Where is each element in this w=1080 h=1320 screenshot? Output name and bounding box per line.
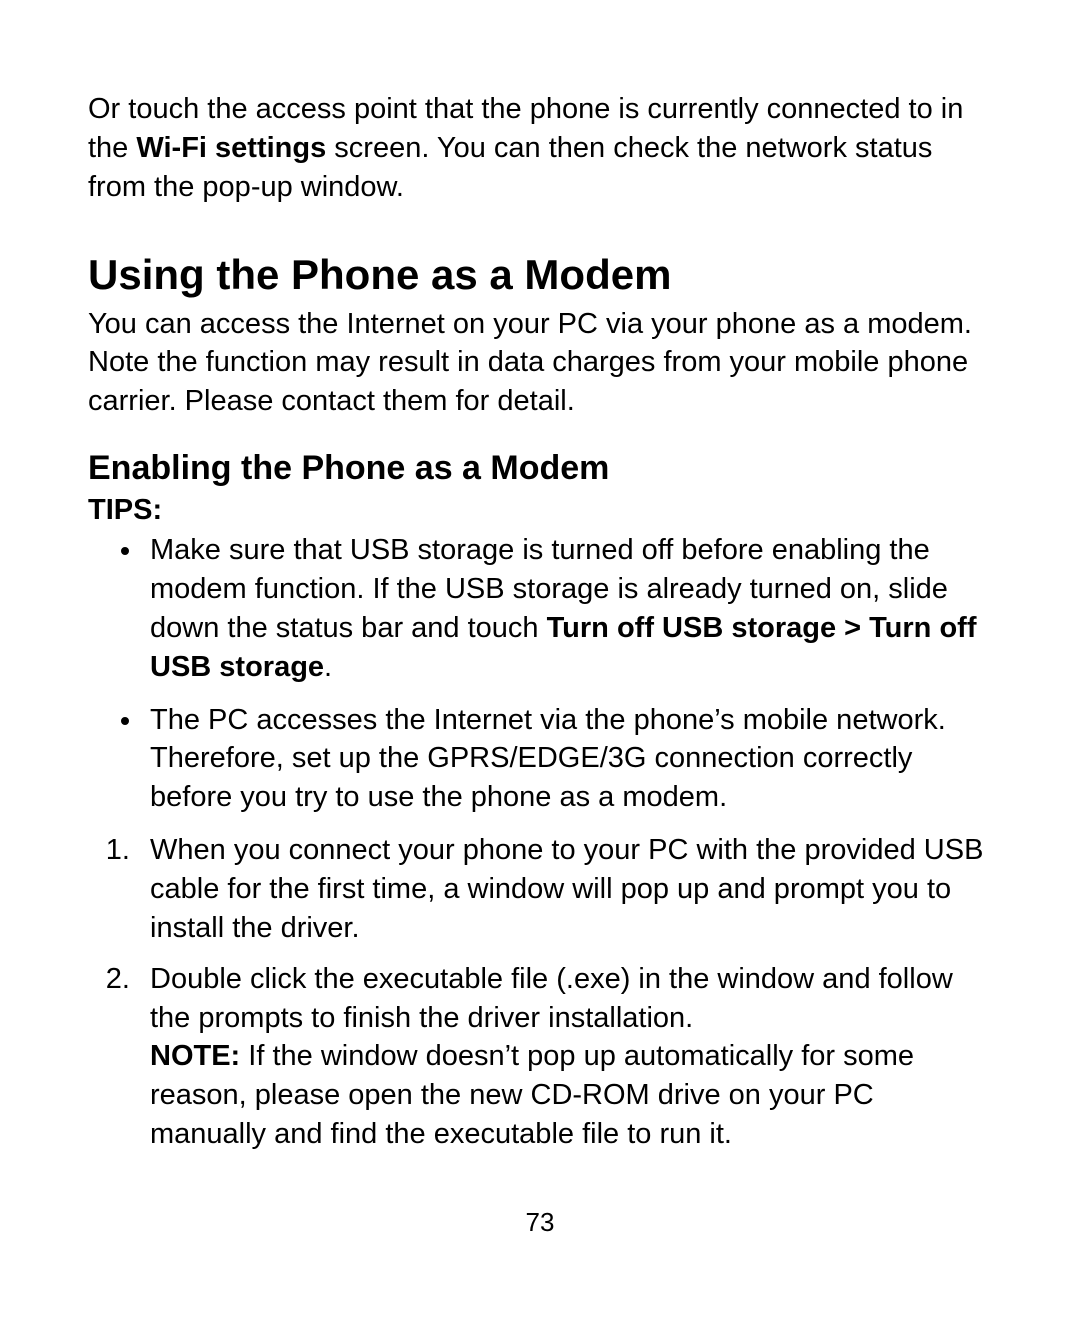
page-number: 73 (0, 1207, 1080, 1238)
list-item: Make sure that USB storage is turned off… (144, 531, 992, 686)
note-label: NOTE: (150, 1040, 240, 1072)
heading-2: Enabling the Phone as a Modem (88, 449, 992, 488)
intro-bold: Wi-Fi settings (136, 132, 326, 164)
document-page: Or touch the access point that the phone… (0, 0, 1080, 1320)
steps-list: When you connect your phone to your PC w… (88, 831, 992, 1154)
tips-label: TIPS: (88, 494, 992, 527)
tips-list: Make sure that USB storage is turned off… (88, 531, 992, 817)
list-item: The PC accesses the Internet via the pho… (144, 701, 992, 818)
step-body: When you connect your phone to your PC w… (150, 834, 983, 944)
tip-text-2: . (324, 651, 332, 683)
tip-text-1: The PC accesses the Internet via the pho… (150, 704, 946, 814)
step-body: Double click the executable file (.exe) … (150, 960, 992, 1038)
list-item: When you connect your phone to your PC w… (138, 831, 992, 948)
heading-1: Using the Phone as a Modem (88, 251, 992, 299)
list-item: Double click the executable file (.exe) … (138, 960, 992, 1154)
heading-1-body: You can access the Internet on your PC v… (88, 305, 992, 422)
intro-paragraph: Or touch the access point that the phone… (88, 90, 992, 207)
note-body: If the window doesn’t pop up automatical… (150, 1040, 914, 1150)
step-note: NOTE: If the window doesn’t pop up autom… (150, 1037, 992, 1154)
